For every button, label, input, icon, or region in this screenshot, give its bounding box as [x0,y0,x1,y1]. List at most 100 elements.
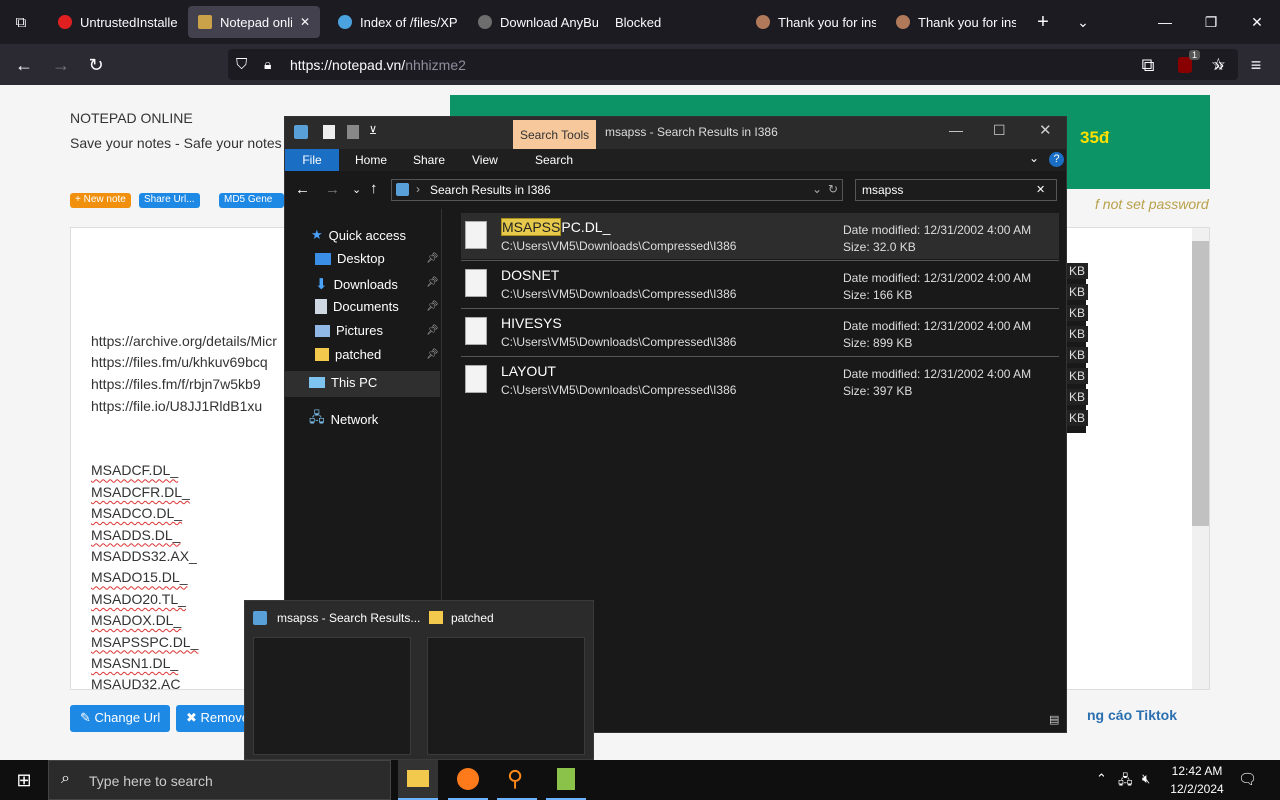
chevron-down-icon[interactable]: ⌄ [1060,0,1106,44]
nav-network[interactable]: 🖧︎ Network [309,407,378,431]
file-explorer-taskbar-icon[interactable] [398,760,438,800]
firefox-taskbar-icon[interactable] [448,760,488,800]
notifications-icon[interactable]: 🗨︎ [1238,770,1257,788]
explorer-title-bar[interactable]: ⊻ Search Tools msapss - Search Results i… [285,117,1066,149]
pin-icon[interactable]: 📌︎ [426,301,439,312]
shield-icon[interactable]: ⛉ [236,56,247,73]
preview-window-search-results[interactable]: msapss - Search Results... [253,609,421,755]
tab-download-anybu[interactable]: Download AnyBu [468,6,598,38]
editor-line[interactable]: https://file.io/U8JJ1RldB1xu [91,398,262,414]
nav-patched[interactable]: patched [315,347,381,362]
search-result-row[interactable]: HIVESYS C:\Users\VM5\Downloads\Compresse… [461,309,1059,355]
editor-line[interactable]: MSAPSSPC.DL_ [91,634,198,650]
network-tray-icon[interactable]: 🖧︎ [1118,771,1133,793]
change-url-button[interactable]: ✎ Change Url [70,705,171,732]
ribbon-tab-share[interactable]: Share [413,153,445,167]
close-tab-icon[interactable]: ✕ [300,15,310,29]
quick-access-toolbar-dropdown-icon[interactable]: ⊻ [369,124,377,137]
properties-icon[interactable] [323,125,335,139]
search-result-row[interactable]: LAYOUT C:\Users\VM5\Downloads\Compressed… [461,357,1059,403]
explorer-app-icon[interactable] [294,125,308,139]
address-dropdown-icon[interactable]: ⌄ [812,182,822,196]
search-tools-context-tab[interactable]: Search Tools [513,120,597,149]
nav-documents[interactable]: Documents [315,299,399,314]
site-brand[interactable]: NOTEPAD ONLINE [70,110,193,126]
minimize-icon[interactable]: — [949,122,963,138]
taskbar-search-box[interactable]: ⌕ Type here to search [48,760,391,800]
refresh-icon[interactable]: ↻ [828,182,838,196]
close-icon[interactable]: ✕ [1039,121,1052,139]
clock-date[interactable]: 12/2/2024 [1170,782,1224,796]
tab-list-icon[interactable]: ⧉ [8,9,34,35]
new-note-button[interactable]: + New note [70,193,131,208]
maximize-icon[interactable]: ☐ [993,122,1006,139]
editor-scrollbar[interactable] [1192,228,1209,689]
tab-notepad-online[interactable]: Notepad online ✕ [188,6,320,38]
forward-icon[interactable]: → [325,181,340,198]
editor-line[interactable]: MSADO20.TL_ [91,591,186,607]
editor-line[interactable]: https://files.fm/f/rbjn7w5kb9 [91,376,261,392]
back-icon[interactable]: ← [295,181,310,198]
close-window-icon[interactable]: ✕ [1234,0,1280,44]
overflow-chevrons-icon[interactable]: » [1206,52,1232,78]
editor-line[interactable]: MSADOX.DL_ [91,612,181,628]
tab-thank-you-1[interactable]: Thank you for inst [746,6,876,38]
ribbon-tab-search[interactable]: Search [535,153,573,167]
editor-line[interactable]: MSADCF.DL_ [91,462,178,478]
editor-line[interactable]: MSADO15.DL_ [91,569,187,585]
editor-line[interactable]: https://archive.org/details/Micr [91,333,277,349]
address-bar[interactable]: › Search Results in I386 ⌄ ↻ [391,179,843,201]
tab-index-files[interactable]: Index of /files/XP [328,6,458,38]
url-bar[interactable]: ⛉ 🔒︎ https://notepad.vn/nhhizme2 ☆ [228,49,1238,80]
clock-time[interactable]: 12:42 AM [1170,764,1224,778]
editor-line[interactable]: MSADDS32.AX_ [91,548,197,564]
recent-locations-icon[interactable]: ⌄ [352,183,361,196]
nav-desktop[interactable]: Desktop [315,251,385,266]
editor-line[interactable]: MSADDS.DL_ [91,527,180,543]
ribbon-tab-view[interactable]: View [472,153,498,167]
ublock-icon[interactable]: 1 [1172,50,1200,78]
lock-icon[interactable]: 🔒︎ [264,56,271,73]
nav-downloads[interactable]: ⬇ Downloads [315,275,398,293]
search-result-row[interactable]: MSAPSSPC.DL_ C:\Users\VM5\Downloads\Comp… [461,213,1059,259]
help-icon[interactable]: ? [1049,152,1064,167]
menu-icon[interactable]: ≡ [1243,52,1269,78]
breadcrumb[interactable]: Search Results in I386 [430,183,551,197]
ribbon-tab-home[interactable]: Home [355,153,387,167]
back-icon[interactable]: ← [11,52,37,78]
pin-icon[interactable]: 📌︎ [426,325,439,336]
tab-thank-you-2[interactable]: Thank you for inst [886,6,1016,38]
editor-line[interactable]: MSADCFR.DL_ [91,484,190,500]
md5-button[interactable]: MD5 Gene [219,193,284,208]
nav-quick-access[interactable]: ★ Quick access [311,227,406,243]
share-url-button[interactable]: Share Url... [139,193,200,208]
ribbon-tab-file[interactable]: File [285,149,339,171]
editor-line[interactable]: MSADCO.DL_ [91,505,182,521]
ad-link[interactable]: ng cáo Tiktok [1087,707,1177,723]
nav-this-pc[interactable]: This PC [309,375,377,390]
remove-button[interactable]: ✖ Remove [176,705,246,732]
ribbon-expand-icon[interactable]: ⌄ [1029,151,1039,165]
editor-line[interactable]: MSAUD32.AC_ [91,676,188,689]
tab-blocked[interactable]: Blocked [605,6,735,38]
reload-icon[interactable]: ↻ [83,52,109,78]
editor-line[interactable]: MSASN1.DL_ [91,655,178,671]
pin-icon[interactable]: 📌︎ [426,277,439,288]
extensions-icon[interactable]: ⧉ [1135,52,1161,78]
pin-icon[interactable]: 📌︎ [426,349,439,360]
editor-line[interactable]: https://files.fm/u/khkuv69bcq [91,354,268,370]
pin-icon[interactable]: 📌︎ [426,253,439,264]
nav-pictures[interactable]: Pictures [315,323,383,338]
preview-window-patched[interactable]: patched [427,609,587,755]
tab-untrustedinstaller[interactable]: UntrustedInstaller [48,6,178,38]
scrollbar-thumb[interactable] [1192,241,1209,526]
minimize-icon[interactable]: — [1142,0,1188,44]
search-tool-taskbar-icon[interactable]: ⚲ [497,760,537,800]
volume-muted-icon[interactable]: 🔇︎ [1142,771,1150,787]
search-input[interactable]: msapss [862,183,903,197]
windows-start-icon[interactable]: ⊞ [0,760,48,800]
search-result-row[interactable]: DOSNET C:\Users\VM5\Downloads\Compressed… [461,261,1059,307]
forward-icon[interactable]: → [48,52,74,78]
search-box[interactable]: msapss ✕ [855,179,1057,201]
new-folder-icon[interactable] [347,125,359,139]
